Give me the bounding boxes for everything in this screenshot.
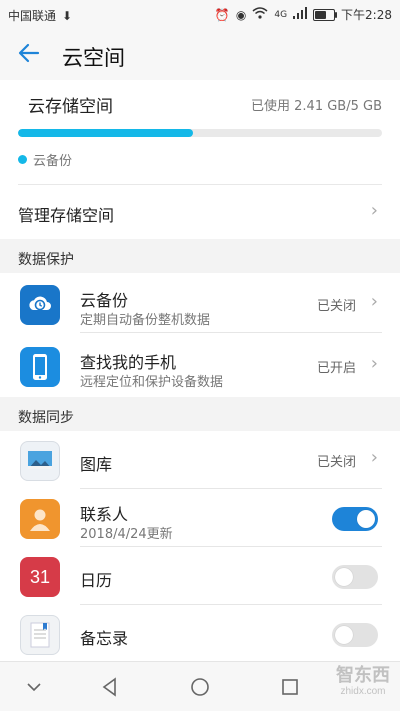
find-phone-icon <box>20 347 60 387</box>
carrier-label: 中国联通 <box>8 9 57 23</box>
storage-legend: 云备份 <box>18 150 72 169</box>
row-title: 图库 <box>80 455 113 474</box>
row-title: 联系人 <box>80 505 129 524</box>
list-item-cloud-backup[interactable]: 云备份 定期自动备份整机数据 已关闭 › <box>0 277 400 333</box>
section-title: 数据保护 <box>18 252 74 268</box>
row-status: 已关闭 <box>316 299 356 314</box>
calendar-sync-toggle[interactable] <box>332 565 378 589</box>
storage-used-text: 已使用 2.41 GB/5 GB <box>251 99 382 114</box>
battery-fill <box>315 10 326 19</box>
row-title: 备忘录 <box>80 629 129 648</box>
watermark: 智东西 zhidx.com <box>336 666 390 698</box>
row-subtitle: 2018/4/24更新 <box>80 527 173 542</box>
network-type-label: 4G <box>274 9 288 20</box>
home-circle-icon[interactable] <box>188 675 212 699</box>
manage-storage-label: 管理存储空间 <box>18 206 115 225</box>
storage-title: 云存储空间 <box>28 97 113 117</box>
toggle-knob <box>357 510 375 528</box>
divider <box>18 184 382 185</box>
row-divider <box>80 488 382 489</box>
row-title: 云备份 <box>80 291 129 310</box>
calendar-icon: 31 <box>20 557 60 597</box>
back-triangle-icon[interactable] <box>98 675 122 699</box>
status-right: ⏰ ◉ 4G 下午2:28 <box>215 6 392 23</box>
app-header: 云空间 <box>0 28 400 80</box>
list-item-gallery[interactable]: 图库 已关闭 › <box>0 433 400 489</box>
battery-icon <box>313 8 338 21</box>
row-subtitle: 远程定位和保护设备数据 <box>80 375 224 390</box>
recents-square-icon[interactable] <box>278 675 302 699</box>
download-icon: ⬇ <box>62 8 73 23</box>
legend-label: 云备份 <box>33 154 73 169</box>
contacts-icon <box>20 499 60 539</box>
list-item-find-phone[interactable]: 查找我的手机 远程定位和保护设备数据 已开启 › <box>0 339 400 395</box>
list-item-calendar[interactable]: 31 日历 <box>0 549 400 605</box>
alarm-icon: ⏰ <box>214 7 230 22</box>
section-header-protection: 数据保护 <box>0 239 400 273</box>
notes-icon <box>20 615 60 655</box>
contacts-sync-toggle[interactable] <box>332 507 378 531</box>
legend-dot-icon <box>18 155 27 164</box>
toggle-knob <box>335 568 353 586</box>
row-divider <box>80 332 382 333</box>
storage-progress-fill <box>18 129 194 137</box>
manage-storage-row[interactable]: 管理存储空间 › <box>0 186 400 239</box>
toggle-knob <box>335 626 353 644</box>
chevron-right-icon: › <box>370 447 378 468</box>
list-item-notes[interactable]: 备忘录 <box>0 607 400 663</box>
wifi-icon <box>252 6 268 23</box>
row-status: 已开启 <box>316 361 356 376</box>
storage-progress-bar <box>18 129 382 137</box>
row-title: 日历 <box>80 571 113 590</box>
status-bar: 中国联通 ⬇ ⏰ ◉ 4G 下午2:28 <box>0 0 400 28</box>
watermark-logo: 智东西 <box>336 665 390 686</box>
system-navigation-bar: 智东西 zhidx.com <box>0 661 400 711</box>
row-status: 已关闭 <box>316 455 356 470</box>
status-left: 中国联通 ⬇ <box>8 7 72 24</box>
gallery-icon <box>20 441 60 481</box>
section-header-sync: 数据同步 <box>0 397 400 431</box>
sync-list: 图库 已关闭 › 联系人 2018/4/24更新 31 日历 备忘录 <box>0 431 400 662</box>
cloud-backup-icon <box>20 285 60 325</box>
eye-comfort-icon: ◉ <box>235 7 247 22</box>
chevron-right-icon: › <box>370 200 378 221</box>
watermark-url: zhidx.com <box>340 686 386 697</box>
back-arrow-icon[interactable] <box>16 40 44 68</box>
row-title: 查找我的手机 <box>80 353 177 372</box>
chevron-right-icon: › <box>370 353 378 374</box>
signal-icon <box>293 6 308 23</box>
row-divider <box>80 604 382 605</box>
list-item-contacts[interactable]: 联系人 2018/4/24更新 <box>0 491 400 547</box>
chevron-right-icon: › <box>370 291 378 312</box>
section-title: 数据同步 <box>18 410 74 426</box>
page-title: 云空间 <box>62 46 125 70</box>
storage-card: 云存储空间 已使用 2.41 GB/5 GB 云备份 管理存储空间 › <box>0 80 400 239</box>
row-divider <box>80 546 382 547</box>
protection-list: 云备份 定期自动备份整机数据 已关闭 › 查找我的手机 远程定位和保护设备数据 … <box>0 273 400 397</box>
chevron-down-icon[interactable] <box>22 675 46 699</box>
clock-label: 下午2:28 <box>341 8 392 22</box>
row-subtitle: 定期自动备份整机数据 <box>80 313 211 328</box>
calendar-day-label: 31 <box>29 566 51 587</box>
notes-sync-toggle[interactable] <box>332 623 378 647</box>
